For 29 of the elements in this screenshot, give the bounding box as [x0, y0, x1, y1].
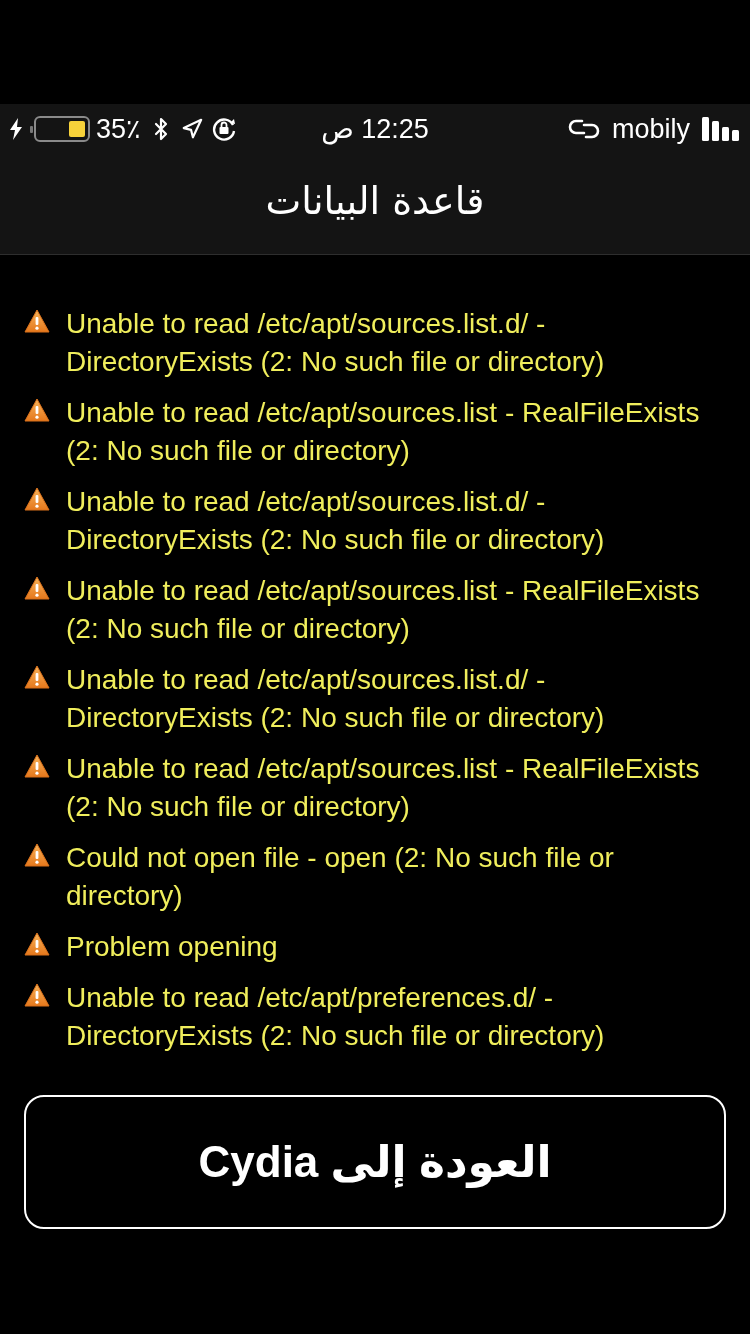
- location-arrow-icon: [180, 118, 203, 140]
- error-message: Unable to read /etc/apt/sources.list - RealFileExists (2: No such file or directory): [66, 396, 701, 468]
- error-message: Unable to read /etc/apt/sources.list - RealFileExists (2: No such file or directory): [66, 574, 701, 646]
- warning-icon: [24, 309, 50, 333]
- page-title: قاعدة البيانات: [265, 177, 485, 225]
- warning-icon: [24, 754, 50, 778]
- battery-icon: [30, 116, 90, 142]
- back-button[interactable]: العودة إلى Cydia: [24, 1095, 726, 1229]
- signal-bars-icon: [702, 117, 740, 141]
- status-time: 12:25 ص: [321, 112, 429, 147]
- warning-icon: [24, 576, 50, 600]
- warning-icon: [24, 665, 50, 689]
- warning-icon: [24, 932, 50, 956]
- warning-icon: [24, 843, 50, 867]
- rotation-lock-icon: [210, 116, 237, 142]
- warning-icon: [24, 983, 50, 1007]
- error-message: Could not open file - open (2: No such file or directory): [66, 841, 615, 913]
- error-message: Unable to read /etc/apt/sources.list.d/ - DirectoryExists (2: No such file or directory): [66, 663, 606, 735]
- error-message: Problem opening: [66, 930, 278, 964]
- battery-percentage: 35٪: [96, 112, 141, 146]
- error-message: Unable to read /etc/apt/sources.list - RealFileExists (2: No such file or directory): [66, 752, 701, 824]
- carrier-name: mobily: [611, 112, 690, 146]
- chain-link-icon: [567, 117, 600, 141]
- error-message: Unable to read /etc/apt/preferences.d/ - DirectoryExists (2: No such file or directory): [66, 981, 606, 1053]
- warning-icon: [24, 487, 50, 511]
- warning-icon: [24, 398, 50, 422]
- error-message: Unable to read /etc/apt/sources.list.d/ - DirectoryExists (2: No such file or directory): [66, 307, 606, 379]
- error-message: Unable to read /etc/apt/sources.list.d/ - DirectoryExists (2: No such file or directory): [66, 485, 606, 557]
- charging-bolt-icon: [10, 118, 22, 140]
